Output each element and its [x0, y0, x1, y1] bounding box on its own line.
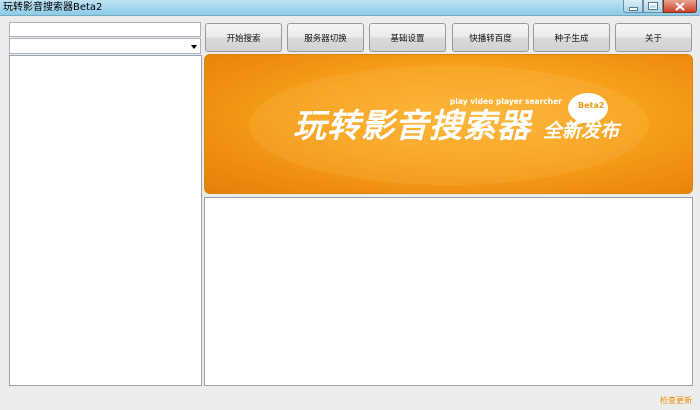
- banner-subtitle: 全新发布: [543, 120, 620, 142]
- banner-title: 玩转影音搜索器: [293, 106, 531, 145]
- minimize-icon: [629, 7, 637, 10]
- torrent-generate-button[interactable]: 种子生成: [533, 23, 610, 52]
- title-bar: 玩转影音搜索器Beta2: [0, 0, 700, 16]
- start-search-button[interactable]: 开始搜索: [205, 23, 282, 52]
- search-input[interactable]: [9, 22, 201, 37]
- close-icon: [675, 1, 685, 11]
- window-controls: [623, 0, 697, 14]
- banner-version-badge: Beta2: [578, 101, 605, 110]
- maximize-button[interactable]: [643, 0, 663, 13]
- basic-settings-button[interactable]: 基础设置: [369, 23, 446, 52]
- promo-banner: play video player searcher Beta2 玩转影音搜索器…: [204, 54, 693, 194]
- result-list[interactable]: [9, 55, 202, 386]
- maximize-icon: [649, 3, 657, 9]
- minimize-button[interactable]: [623, 0, 643, 13]
- close-button[interactable]: [663, 0, 697, 13]
- detail-panel[interactable]: [204, 197, 693, 386]
- qvod-to-baidu-button[interactable]: 快播转百度: [452, 23, 529, 52]
- toolbar: 开始搜索 服务器切换 基础设置 快播转百度 种子生成 关于: [205, 23, 693, 52]
- window-title: 玩转影音搜索器Beta2: [3, 2, 103, 13]
- banner-tagline: play video player searcher: [450, 97, 562, 106]
- status-bar: 检查更新: [0, 390, 700, 410]
- about-button[interactable]: 关于: [615, 23, 692, 52]
- server-switch-button[interactable]: 服务器切换: [287, 23, 364, 52]
- chevron-down-icon[interactable]: [191, 45, 197, 49]
- check-update-link[interactable]: 检查更新: [660, 395, 692, 406]
- main-window: 开始搜索 服务器切换 基础设置 快播转百度 种子生成 关于 play video…: [0, 17, 700, 410]
- search-type-dropdown[interactable]: [9, 38, 201, 54]
